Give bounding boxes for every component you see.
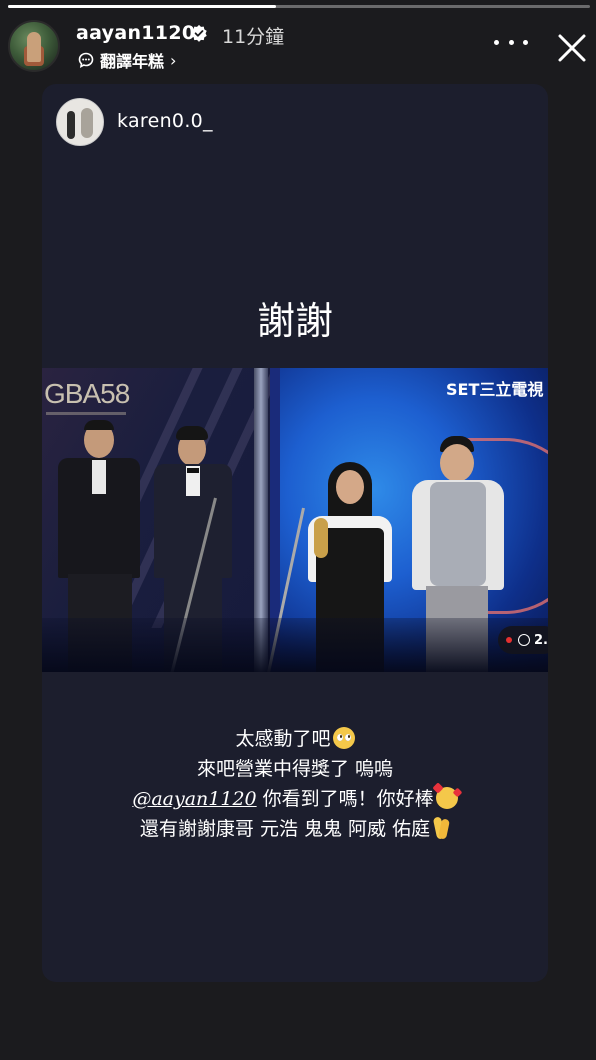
gba-watermark: GBA58 — [44, 378, 130, 409]
pleading-face-emoji — [332, 727, 355, 749]
broadcaster-logo: SET三立電視 — [446, 380, 544, 399]
shared-post-card[interactable]: karen0.0_ 謝謝 GBA58 SET三立電視 2. 太感動了吧 來吧營業… — [42, 84, 548, 982]
live-viewer-badge: 2.0 — [498, 626, 548, 654]
author-avatar[interactable] — [8, 20, 60, 72]
chevron-right-icon: › — [170, 50, 177, 70]
close-icon[interactable] — [552, 28, 592, 68]
caption-line-3: @aayan1120 你看到了嗎！你好棒 — [42, 784, 548, 814]
translate-icon — [78, 52, 94, 68]
viewer-count: 2.0 — [534, 632, 548, 648]
translate-link[interactable]: 翻譯年糕 › — [78, 50, 177, 71]
live-dot-icon — [506, 637, 512, 643]
shared-post-title: 謝謝 — [256, 299, 333, 343]
shared-post-caption: 太感動了吧 來吧營業中得獎了 嗚嗚 @aayan1120 你看到了嗎！你好棒 還… — [42, 724, 548, 844]
caption-line-1: 太感動了吧 — [42, 724, 548, 754]
viewer-icon — [518, 634, 530, 646]
story-header: aayan1120 11分鐘 翻譯年糕 › — [0, 14, 596, 74]
more-options-icon[interactable] — [494, 30, 528, 54]
story-progress-fill — [8, 5, 276, 8]
post-timestamp: 11分鐘 — [222, 26, 285, 48]
mention-link[interactable]: @aayan1120 — [132, 788, 256, 810]
award-ceremony-photo: GBA58 SET三立電視 2. — [42, 368, 548, 672]
crossed-fingers-emoji — [432, 817, 450, 839]
caption-line-2: 來吧營業中得獎了 嗚嗚 — [196, 758, 394, 780]
shared-post-username[interactable]: karen0.0_ — [117, 110, 213, 132]
caption-line-4: 還有謝謝康哥 元浩 鬼鬼 阿威 佑庭 — [42, 814, 548, 844]
translate-label: 翻譯年糕 — [100, 52, 165, 71]
smiling-face-with-hearts-emoji — [435, 787, 458, 809]
shared-post-author-avatar[interactable] — [56, 98, 104, 146]
author-username[interactable]: aayan1120 — [76, 22, 195, 44]
story-progress-bar — [8, 5, 590, 8]
verified-badge-icon — [191, 24, 207, 42]
